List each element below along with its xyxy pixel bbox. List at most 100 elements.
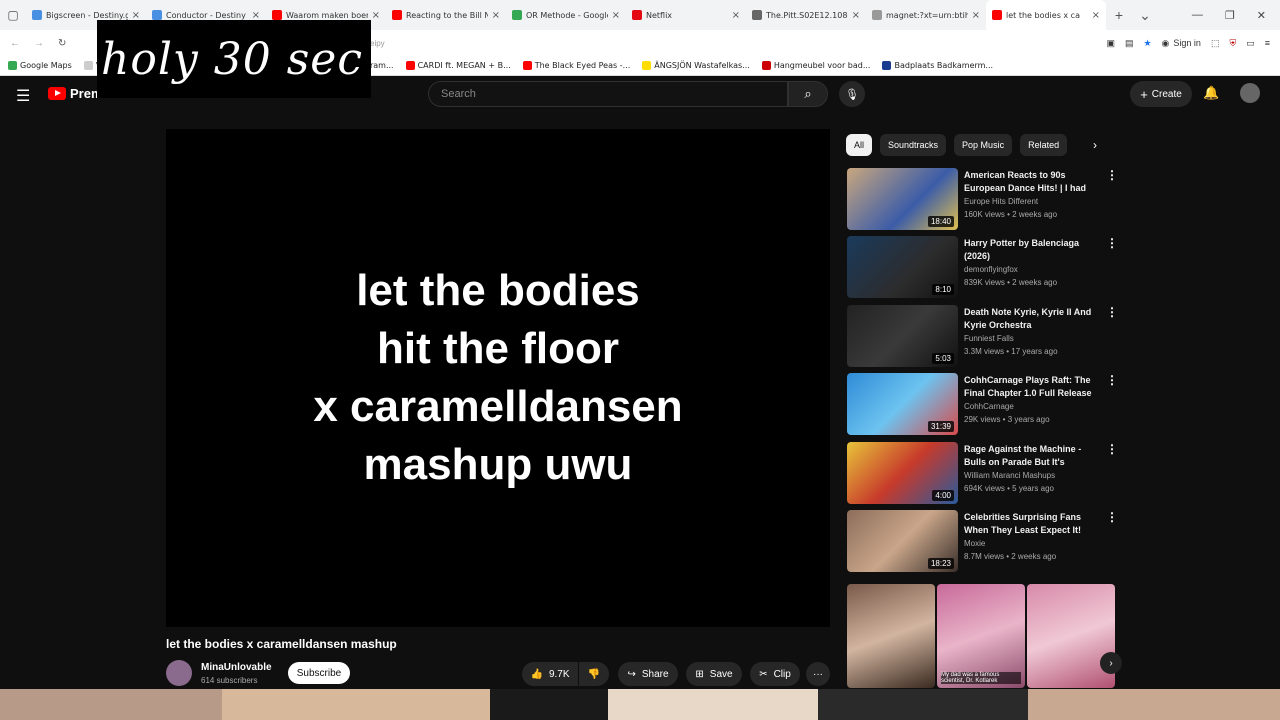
like-button[interactable]: 👍 9.7K <box>522 662 578 686</box>
video-player[interactable]: let the bodies hit the floor x caramelldan… <box>166 129 830 627</box>
recommended-video[interactable]: 18:40 American Reacts to 90s European Dan… <box>847 168 1118 232</box>
search-button[interactable]: ⌕ <box>788 81 828 107</box>
channel-avatar[interactable] <box>166 660 192 686</box>
tab-close-icon[interactable]: × <box>372 10 380 21</box>
bookmark-item[interactable]: The Black Eyed Peas -... <box>522 61 630 70</box>
save-button[interactable]: ⊞ Save <box>686 662 742 686</box>
sidebar-icon[interactable]: ▭ <box>1246 38 1255 49</box>
channel-name[interactable]: MinaUnlovable <box>201 662 272 673</box>
close-window-icon[interactable]: ✕ <box>1257 9 1266 22</box>
tab-close-icon[interactable]: × <box>252 10 260 21</box>
shorts-next-icon[interactable]: › <box>1100 652 1122 674</box>
browser-tab[interactable]: Netflix × <box>626 0 746 30</box>
recommended-title[interactable]: CohhCarnage Plays Raft: The Final Chapte… <box>964 374 1099 400</box>
hamburger-menu-icon[interactable]: ☰ <box>16 86 30 106</box>
tab-close-icon[interactable]: × <box>852 10 860 21</box>
browser-tab[interactable]: The.Pitt.S02E12.1080p. × <box>746 0 866 30</box>
short-thumbnail[interactable]: My dad was a famous scientist, Dr. Kotla… <box>937 584 1025 688</box>
video-thumbnail[interactable]: 4:00 <box>847 442 958 504</box>
minimize-icon[interactable]: — <box>1192 9 1203 22</box>
recommended-video[interactable]: 18:23 Celebrities Surprising Fans When Th… <box>847 510 1118 574</box>
video-thumbnail[interactable]: 5:03 <box>847 305 958 367</box>
video-thumbnail[interactable]: 18:40 <box>847 168 958 230</box>
recommended-channel[interactable]: Europe Hits Different <box>964 197 1038 206</box>
recommended-channel[interactable]: demonflyingfox <box>964 265 1018 274</box>
tab-close-icon[interactable]: × <box>972 10 980 21</box>
tab-close-icon[interactable]: × <box>132 10 140 21</box>
search-input[interactable]: Search <box>428 81 788 107</box>
browser-tab[interactable]: Reacting to the Bill Nye × <box>386 0 506 30</box>
reading-icon[interactable]: ▤ <box>1125 38 1134 49</box>
tab-close-icon[interactable]: × <box>492 10 500 21</box>
filter-chip[interactable]: All <box>846 134 873 156</box>
subscribe-button[interactable]: Subscribe <box>288 662 350 684</box>
filter-chip[interactable]: Soundtracks <box>880 134 947 156</box>
tab-favicon-icon <box>272 10 282 20</box>
bookmark-item[interactable]: Badplaats Badkamerm... <box>882 61 993 70</box>
recommended-video[interactable]: 31:39 CohhCarnage Plays Raft: The Final C… <box>847 373 1118 437</box>
recommended-title[interactable]: Celebrities Surprising Fans When They Le… <box>964 511 1099 537</box>
recommended-title[interactable]: American Reacts to 90s European Dance Hi… <box>964 169 1099 195</box>
recommended-title[interactable]: Rage Against the Machine - Bulls on Para… <box>964 443 1099 469</box>
tab-list-icon[interactable]: ⌄ <box>1132 7 1158 24</box>
kebab-menu-icon[interactable]: ⋮ <box>1106 373 1118 387</box>
voice-search-button[interactable]: 🎙 <box>839 81 865 107</box>
create-button[interactable]: + Create <box>1130 81 1192 107</box>
forward-icon[interactable]: → <box>34 38 44 49</box>
video-thumbnail[interactable]: 31:39 <box>847 373 958 435</box>
recommended-channel[interactable]: Moxie <box>964 539 985 548</box>
video-thumbnail[interactable]: 8:10 <box>847 236 958 298</box>
recommended-title[interactable]: Death Note Kyrie, Kyrie II And Kyrie Orc… <box>964 306 1099 332</box>
browser-tab[interactable]: let the bodies x ca × <box>986 0 1106 30</box>
reload-icon[interactable]: ↻ <box>58 38 66 49</box>
short-thumbnail[interactable] <box>1027 584 1115 688</box>
browser-tab[interactable]: OR Methode - Google × <box>506 0 626 30</box>
account-avatar[interactable] <box>1240 83 1260 103</box>
filter-chip[interactable]: Related <box>1020 134 1068 156</box>
notifications-bell-icon[interactable]: 🔔 <box>1203 85 1219 101</box>
recommended-channel[interactable]: CohhCarnage <box>964 402 1014 411</box>
back-icon[interactable]: ← <box>10 38 20 49</box>
kebab-menu-icon[interactable]: ⋮ <box>1106 236 1118 250</box>
tab-close-icon[interactable]: × <box>612 10 620 21</box>
bookmark-item[interactable]: CARDI ft. MEGAN + B... <box>405 61 511 70</box>
ublock-icon[interactable]: ⛨ <box>1229 38 1236 49</box>
tab-close-icon[interactable]: × <box>1092 10 1100 21</box>
filter-chip[interactable]: Pop Music <box>954 134 1013 156</box>
restore-icon[interactable]: ❐ <box>1225 9 1235 22</box>
new-tab-button[interactable]: + <box>1106 7 1132 23</box>
kebab-menu-icon[interactable]: ⋮ <box>1106 510 1118 524</box>
video-thumbnail[interactable]: 18:23 <box>847 510 958 572</box>
tab-actions-icon[interactable]: ▢ <box>0 0 26 30</box>
recommended-channel[interactable]: Funniest Falls <box>964 334 1014 343</box>
chips-next-icon[interactable]: › <box>1093 138 1097 152</box>
url-field[interactable]: eipy <box>370 33 1106 53</box>
dislike-button[interactable]: 👎 <box>579 662 609 686</box>
screenshot-icon[interactable]: ▣ <box>1106 38 1115 49</box>
sign-in-button[interactable]: ◉ Sign in <box>1162 38 1201 49</box>
more-actions-button[interactable]: ··· <box>806 662 830 686</box>
bookmark-item[interactable]: ÄNGSJÖN Wastafelkas... <box>642 61 750 70</box>
kebab-menu-icon[interactable]: ⋮ <box>1106 442 1118 456</box>
recommended-title[interactable]: Harry Potter by Balenciaga (2026) <box>964 237 1099 263</box>
tab-close-icon[interactable]: × <box>732 10 740 21</box>
recommended-video[interactable]: 4:00 Rage Against the Machine - Bulls on … <box>847 442 1118 506</box>
star-icon[interactable]: ★ <box>1143 38 1151 49</box>
recommended-channel[interactable]: William Maranci Mashups <box>964 471 1055 480</box>
kebab-menu-icon[interactable]: ⋮ <box>1106 168 1118 182</box>
browser-menu-icon[interactable]: ≡ <box>1265 38 1270 48</box>
recommended-video[interactable]: 8:10 Harry Potter by Balenciaga (2026) dem… <box>847 236 1118 300</box>
bookmark-item[interactable]: Google Maps <box>8 61 72 70</box>
clip-button[interactable]: ✂ Clip <box>750 662 800 686</box>
bookmark-item[interactable]: Hangmeubel voor bad... <box>761 61 870 70</box>
recommended-video[interactable]: 5:03 Death Note Kyrie, Kyrie II And Kyrie… <box>847 305 1118 369</box>
kebab-menu-icon[interactable]: ⋮ <box>1106 305 1118 319</box>
extensions-icon[interactable]: ⬚ <box>1211 38 1220 49</box>
clip-label: Clip <box>773 668 791 680</box>
tab-favicon-icon <box>392 10 402 20</box>
browser-tab[interactable]: magnet:?xt=urn:btih:7278 × <box>866 0 986 30</box>
youtube-play-icon <box>48 87 66 100</box>
short-thumbnail[interactable] <box>847 584 935 688</box>
share-button[interactable]: ↪ Share <box>618 662 678 686</box>
tab-favicon-icon <box>632 10 642 20</box>
